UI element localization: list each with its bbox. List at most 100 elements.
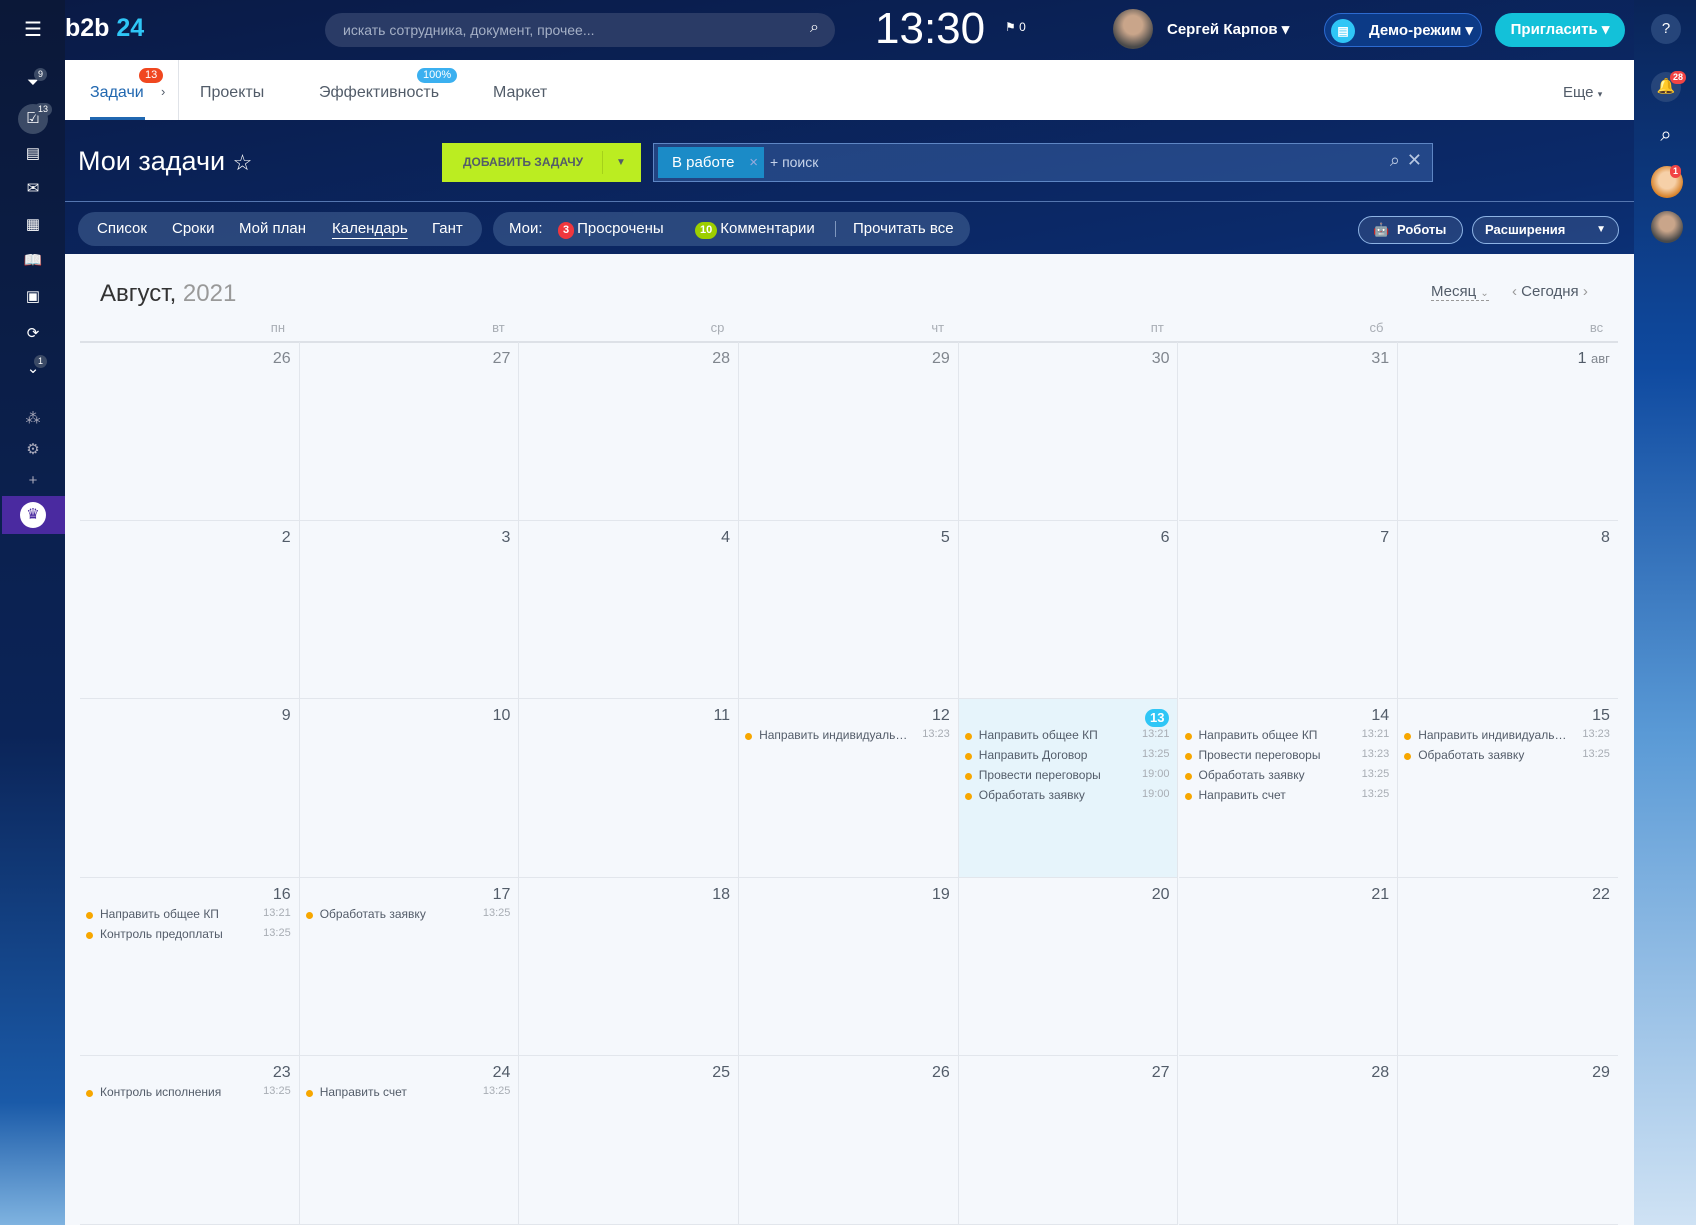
add-task-dropdown-icon[interactable]: ▼ — [616, 143, 626, 182]
calendar-day[interactable]: 14 Направить общее КП 13:21 Провести перего… — [1178, 699, 1399, 878]
calendar-day[interactable]: 30 — [958, 342, 1179, 521]
view-list[interactable]: Список — [97, 212, 147, 246]
global-search-input[interactable]: искать сотрудника, документ, прочее... ⌕ — [325, 13, 835, 47]
calendar-day[interactable]: 16 Направить общее КП 13:21 Контроль предоп… — [80, 877, 300, 1056]
task-event[interactable]: Контроль исполнения 13:25 — [86, 1085, 291, 1103]
task-event[interactable]: Направить общее КП 13:21 — [1184, 728, 1389, 746]
calendar-day[interactable]: 25 — [519, 1056, 740, 1225]
more-tabs-button[interactable]: Еще ▾ — [1563, 84, 1602, 101]
calendar-day[interactable]: 26 — [739, 1056, 959, 1225]
read-all-button[interactable]: Прочитать все — [853, 212, 954, 246]
calendar-day[interactable]: 1 авг — [1398, 342, 1618, 521]
view-gantt[interactable]: Гант — [432, 212, 463, 246]
user-menu[interactable]: Сергей Карпов ▾ — [1167, 20, 1289, 38]
help-icon[interactable]: ? — [1651, 14, 1681, 44]
prev-icon[interactable]: ‹ — [1512, 283, 1517, 300]
view-my-plan[interactable]: Мой план — [239, 212, 306, 246]
task-event[interactable]: Провести переговоры 13:23 — [1184, 748, 1389, 766]
calendar-day[interactable]: 10 — [299, 699, 520, 878]
calendar-day[interactable]: 22 — [1398, 878, 1618, 1056]
calendar-day[interactable]: 7 — [1178, 520, 1399, 699]
invite-button[interactable]: Пригласить ▾ — [1495, 13, 1625, 47]
menu-icon[interactable]: ☰ — [20, 17, 46, 43]
sync-icon[interactable]: ⟳ — [20, 321, 46, 347]
tab-efficiency[interactable]: Эффективность — [319, 84, 439, 102]
apps-icon[interactable]: ▦ — [20, 212, 46, 238]
settings-icon[interactable]: ⚙ — [20, 437, 46, 463]
task-event[interactable]: Направить счет 13:25 — [305, 1085, 510, 1103]
calendar-day[interactable]: 28 — [1178, 1056, 1399, 1225]
add-task-button[interactable]: ДОБАВИТЬ ЗАДАЧУ ▼ — [442, 143, 641, 182]
logo[interactable]: b2b 24 — [65, 14, 144, 43]
task-event[interactable]: Направить Договор 13:25 — [964, 748, 1169, 766]
calendar-day[interactable]: 26 — [80, 342, 300, 521]
calendar-day[interactable]: 29 — [739, 342, 959, 521]
demo-mode-button[interactable]: ▤ Демо-режим ▾ — [1324, 13, 1482, 47]
today-button[interactable]: Сегодня — [1521, 283, 1579, 300]
calendar-day[interactable]: 6 — [958, 520, 1179, 699]
comments-counter[interactable]: 10 Комментарии — [695, 212, 815, 246]
calendar-day[interactable]: 3 — [299, 520, 520, 699]
tab-projects[interactable]: Проекты — [200, 84, 264, 102]
chevron-right-icon[interactable]: › — [161, 84, 165, 99]
premium-button[interactable]: ♛ — [2, 496, 65, 534]
task-event[interactable]: Обработать заявку 13:25 — [305, 907, 510, 925]
task-event[interactable]: Обработать заявку 13:25 — [1184, 768, 1389, 786]
flag-counter[interactable]: ⚑ 0 — [1005, 20, 1026, 34]
tab-tasks[interactable]: Задачи — [90, 84, 144, 102]
calendar-day[interactable]: 27 — [299, 342, 520, 521]
calendar-day[interactable]: 5 — [739, 520, 959, 699]
calendar-day[interactable]: 12 Направить индивидуальное КП 13:23 — [739, 699, 959, 878]
calendar-day[interactable]: 23 Контроль исполнения 13:25 — [80, 1056, 300, 1225]
contacts-icon[interactable]: ▣ — [20, 284, 46, 310]
clock[interactable]: 13:30 — [875, 4, 985, 54]
calendar-day[interactable]: 11 — [519, 699, 740, 878]
task-event[interactable]: Направить общее КП 13:21 — [964, 728, 1169, 746]
extensions-button[interactable]: Расширения ▼ — [1472, 216, 1619, 244]
task-event[interactable]: Контроль предоплаты 13:25 — [86, 927, 291, 945]
view-deadlines[interactable]: Сроки — [172, 212, 214, 246]
filter-chip[interactable]: В работе × — [658, 147, 764, 178]
next-icon[interactable]: › — [1583, 283, 1588, 300]
user-avatar[interactable] — [1113, 9, 1153, 49]
calendar-day[interactable]: 13 Направить общее КП 13:21 Направить Догов… — [958, 699, 1179, 878]
calendar-day[interactable]: 9 — [80, 699, 300, 878]
calendar-day[interactable]: 18 — [519, 877, 740, 1056]
calendar-day[interactable]: 19 — [739, 877, 959, 1056]
calendar-day[interactable]: 20 — [958, 877, 1179, 1056]
add-icon[interactable]: + — [20, 468, 46, 494]
calendar-day[interactable]: 8 — [1398, 521, 1618, 699]
search-icon[interactable]: ⌕ — [1390, 150, 1400, 171]
structure-icon[interactable]: ⁂ — [20, 406, 46, 432]
task-event[interactable]: Обработать заявку 19:00 — [964, 788, 1169, 806]
calendar-day[interactable]: 17 Обработать заявку 13:25 — [299, 877, 520, 1056]
knowledge-icon[interactable]: 📖 — [20, 248, 46, 274]
view-mode-select[interactable]: Месяц ⌄ — [1431, 283, 1489, 301]
task-event[interactable]: Направить индивидуальное КП 13:23 — [1404, 728, 1610, 746]
calendar-day[interactable]: 29 — [1398, 1056, 1618, 1225]
calendar-day[interactable]: 2 — [80, 520, 300, 699]
robots-button[interactable]: 🤖 Роботы — [1358, 216, 1463, 244]
user-chat-avatar[interactable] — [1651, 211, 1683, 243]
calendar-day[interactable]: 27 — [958, 1056, 1179, 1225]
remove-chip-icon[interactable]: × — [749, 147, 758, 178]
task-event[interactable]: Направить общее КП 13:21 — [86, 907, 291, 925]
task-event[interactable]: Провести переговоры 19:00 — [964, 768, 1169, 786]
search-icon[interactable]: ⌕ — [1651, 120, 1681, 150]
chevron-down-icon[interactable]: ▼ — [1596, 217, 1606, 243]
search-icon[interactable]: ⌕ — [810, 19, 819, 37]
task-event[interactable]: Направить индивидуальное КП 13:23 — [745, 728, 950, 746]
clear-icon[interactable]: ✕ — [1407, 150, 1422, 171]
calendar-day[interactable]: 4 — [519, 520, 740, 699]
feed-icon[interactable]: ▤ — [20, 141, 46, 167]
task-event[interactable]: Обработать заявку 13:25 — [1404, 748, 1610, 766]
task-event[interactable]: Направить счет 13:25 — [1184, 788, 1389, 806]
task-filter-input[interactable]: В работе × + поиск ⌕ ✕ — [653, 143, 1433, 182]
calendar-day[interactable]: 21 — [1178, 877, 1399, 1056]
view-calendar[interactable]: Календарь — [332, 212, 408, 246]
calendar-day[interactable]: 28 — [519, 342, 740, 521]
calendar-day[interactable]: 31 — [1178, 342, 1399, 521]
calendar-day[interactable]: 15 Направить индивидуальное КП 13:23 Обрабо… — [1398, 699, 1618, 878]
tab-market[interactable]: Маркет — [493, 84, 547, 102]
mail-icon[interactable]: ✉ — [20, 176, 46, 202]
